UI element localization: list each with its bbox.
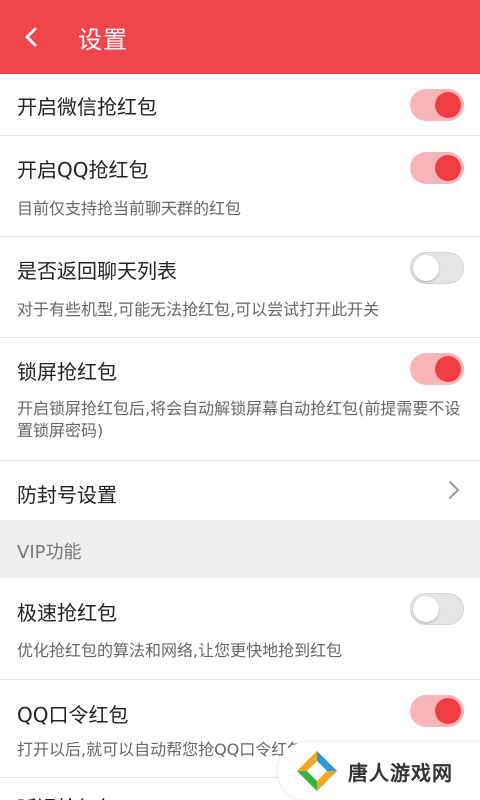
back-button[interactable]: [0, 0, 64, 74]
setting-row-wechat[interactable]: 开启微信抢红包: [0, 74, 480, 136]
setting-row-qq[interactable]: 开启QQ抢红包 目前仅支持抢当前聊天群的红包: [0, 136, 480, 237]
chevron-left-icon: [25, 27, 37, 47]
toggle-knob: [435, 356, 461, 382]
setting-title: 开启QQ抢红包: [17, 158, 149, 182]
setting-description: 优化抢红包的算法和网络,让您更快地抢到红包: [17, 641, 343, 660]
setting-title: 是否返回聊天列表: [17, 259, 177, 283]
watermark-badge: 唐人游戏网: [278, 742, 480, 800]
section-header-vip: VIP功能: [0, 520, 480, 578]
setting-title: 极速抢红包: [17, 601, 117, 625]
setting-row-anti-ban[interactable]: 防封号设置: [0, 461, 480, 520]
qq-password-toggle[interactable]: [410, 695, 464, 727]
setting-description: 目前仅支持抢当前聊天群的红包: [17, 199, 242, 218]
setting-row-back-to-list[interactable]: 是否返回聊天列表 对于有些机型,可能无法抢红包,可以尝试打开此开关: [0, 237, 480, 338]
setting-title: QQ口令红包: [17, 703, 129, 727]
page-title: 设置: [78, 25, 128, 54]
toggle-knob: [435, 92, 461, 118]
setting-title: 锁屏抢红包: [17, 360, 117, 384]
setting-row-lock-screen[interactable]: 锁屏抢红包 开启锁屏抢红包后,将会自动解锁屏幕自动抢红包(前提需要不设置锁屏密码…: [0, 338, 480, 461]
setting-row-fast[interactable]: 极速抢红包 优化抢红包的算法和网络,让您更快地抢到红包: [0, 578, 480, 680]
toggle-knob: [413, 596, 439, 622]
wechat-toggle[interactable]: [410, 89, 464, 121]
setting-title: 延迟抢红包: [17, 792, 117, 800]
back-to-list-toggle[interactable]: [410, 252, 464, 284]
toggle-knob: [413, 255, 439, 281]
setting-title: 防封号设置: [17, 483, 117, 507]
chevron-right-icon: [449, 481, 459, 499]
app-bar: 设置: [0, 0, 480, 74]
section-title: VIP功能: [17, 542, 82, 563]
setting-description: 开启锁屏抢红包后,将会自动解锁屏幕自动抢红包(前提需要不设置锁屏密码): [17, 399, 461, 440]
watermark-logo: [297, 751, 337, 791]
setting-title: 开启微信抢红包: [17, 95, 157, 119]
toggle-knob: [435, 698, 461, 724]
watermark-text: 唐人游戏网: [348, 760, 453, 785]
fast-toggle[interactable]: [410, 593, 464, 625]
qq-toggle[interactable]: [410, 152, 464, 184]
lock-screen-toggle[interactable]: [410, 353, 464, 385]
setting-description: 对于有些机型,可能无法抢红包,可以尝试打开此开关: [17, 300, 380, 319]
toggle-knob: [435, 155, 461, 181]
